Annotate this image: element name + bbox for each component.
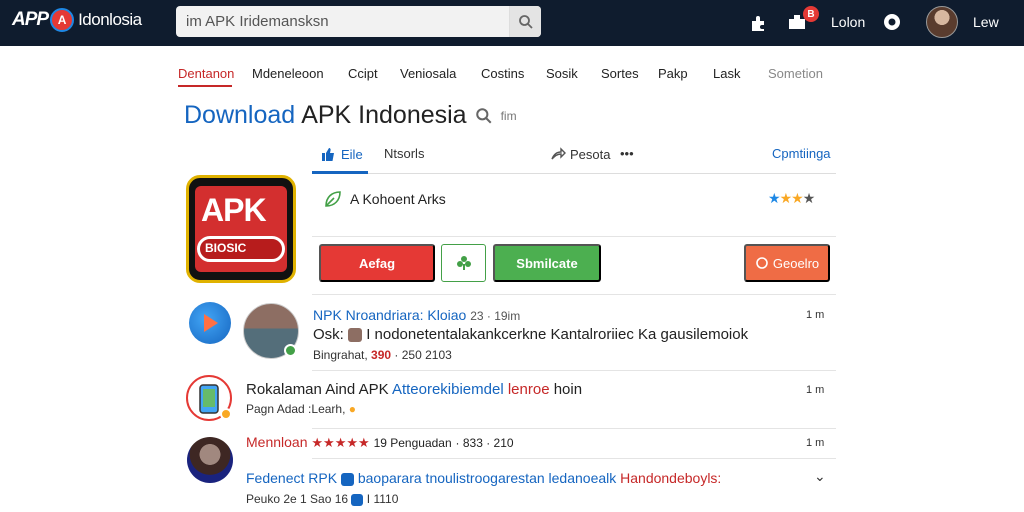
user-avatar[interactable] <box>926 6 958 38</box>
list-item-meta: Peuko 2e 1 Sao 16 I 1110 <box>246 492 399 506</box>
divider <box>312 370 836 371</box>
logo-brand-text: Idonlosia <box>78 10 142 29</box>
page-title-main: APK Indonesia <box>301 101 467 129</box>
list-item-time: 1 m <box>806 384 825 396</box>
star-rating: ★★★★★ <box>311 435 370 450</box>
list-item-meta: Bingrahat, 390 · 250 2103 <box>313 348 452 362</box>
login-link[interactable]: Lolon <box>831 14 865 30</box>
main-nav: Dentanon Mdeneleoon Ccipt Veniosala Cost… <box>0 58 1024 88</box>
list-item-title[interactable]: Fedenect RPK baoparara tnoulistroogarest… <box>246 470 721 486</box>
list-item-body: Osk: I nodonetentalakankcerkne Kantalror… <box>313 326 749 343</box>
avatar <box>348 328 363 343</box>
search-bar <box>176 6 541 37</box>
list-item-meta: Pagn Adad :Learh, ● <box>246 402 357 416</box>
nav-item-sortes[interactable]: Sortes <box>601 66 639 81</box>
nav-item-sometion[interactable]: Sometion <box>768 66 823 81</box>
developer-row: A Kohoent Arks <box>322 188 446 210</box>
nav-item-mdeneleoon[interactable]: Mdeneleoon <box>252 66 324 81</box>
logo[interactable]: APP A Idonlosia <box>12 8 142 32</box>
nav-active-indicator <box>178 85 232 87</box>
clover-button[interactable] <box>441 244 486 282</box>
page-title-meta: fim <box>500 108 517 123</box>
tab-share[interactable]: Pesota <box>550 146 610 162</box>
chevron-down-icon[interactable]: ⌄ <box>814 468 826 485</box>
logo-app-text: APP <box>12 9 49 30</box>
tab-reports[interactable]: Ntsorls <box>384 146 424 161</box>
user-name[interactable]: Lew <box>973 14 999 30</box>
more-options-icon[interactable]: ••• <box>620 146 634 161</box>
list-item-time: 1 m <box>806 437 825 449</box>
tab-right[interactable]: Cpmtiinga <box>772 146 831 161</box>
app-icon[interactable]: APK BIOSIC <box>186 175 296 283</box>
avatar[interactable] <box>187 437 233 483</box>
play-store-icon[interactable] <box>189 302 231 344</box>
search-input[interactable] <box>176 6 509 37</box>
developer-name[interactable]: A Kohoent Arks <box>350 191 446 207</box>
clover-icon <box>456 256 471 270</box>
app-icon-text: APK <box>201 192 267 228</box>
secondary-action-button[interactable]: Sbmilcate <box>493 244 601 282</box>
emoji-icon: ● <box>348 402 357 416</box>
divider <box>312 428 836 429</box>
nav-item-ccipt[interactable]: Ccipt <box>348 66 378 81</box>
list-item-title[interactable]: Rokalaman Aind APK Atteorekibiemdel lenr… <box>246 381 582 398</box>
star-icon: ★ <box>768 190 781 206</box>
subtab-active-indicator <box>312 171 368 174</box>
top-bar: APP A Idonlosia B Lolon Lew <box>0 0 1024 46</box>
search-button[interactable] <box>509 6 541 37</box>
primary-action-button[interactable]: Aefag <box>319 244 435 282</box>
nav-item-costins[interactable]: Costins <box>481 66 524 81</box>
page-title: Download APK Indonesia fim <box>184 101 517 130</box>
app-icon-subtext: BIOSIC <box>205 241 247 255</box>
nav-item-veniosala[interactable]: Veniosala <box>400 66 456 81</box>
nav-item-sosik[interactable]: Sosik <box>546 66 578 81</box>
share-icon <box>551 147 566 160</box>
list-item-title[interactable]: NPK Nroandriara: Kloiao 23 · 19im <box>313 307 520 323</box>
settings-icon[interactable] <box>882 12 902 32</box>
list-item-title[interactable]: Mennloan ★★★★★ 19 Penguadan · 833 · 210 <box>246 434 514 451</box>
divider <box>312 236 836 237</box>
list-item-time: 1 m <box>806 309 825 321</box>
nav-item-pakp[interactable]: Pakp <box>658 66 688 81</box>
logo-badge-icon: A <box>50 8 75 32</box>
search-icon[interactable] <box>475 107 493 125</box>
refresh-icon <box>756 257 768 269</box>
sub-tabs: Eile Ntsorls Pesota ••• Cpmtiinga <box>312 140 836 174</box>
online-status-icon <box>284 344 297 357</box>
star-rating: ★★★★ <box>768 190 816 207</box>
badge-icon <box>220 408 232 420</box>
tab-like[interactable]: Eile <box>320 146 363 162</box>
thumbs-up-icon <box>322 148 334 161</box>
search-icon <box>518 14 533 29</box>
notification-badge: B <box>803 6 819 22</box>
nav-item-lask[interactable]: Lask <box>713 66 740 81</box>
emoji-icon <box>340 472 354 486</box>
right-action-button[interactable]: Geoelro <box>744 244 830 282</box>
star-icon: ★ <box>802 190 816 206</box>
page-title-blue: Download <box>184 101 296 129</box>
divider <box>312 458 836 459</box>
divider <box>312 294 836 295</box>
puzzle-icon[interactable] <box>748 12 770 34</box>
nav-item-dentanon[interactable]: Dentanon <box>178 66 234 81</box>
star-icon: ★ <box>791 190 804 206</box>
emoji-icon <box>351 493 364 506</box>
star-icon: ★ <box>779 190 793 206</box>
leaf-icon <box>325 191 341 207</box>
